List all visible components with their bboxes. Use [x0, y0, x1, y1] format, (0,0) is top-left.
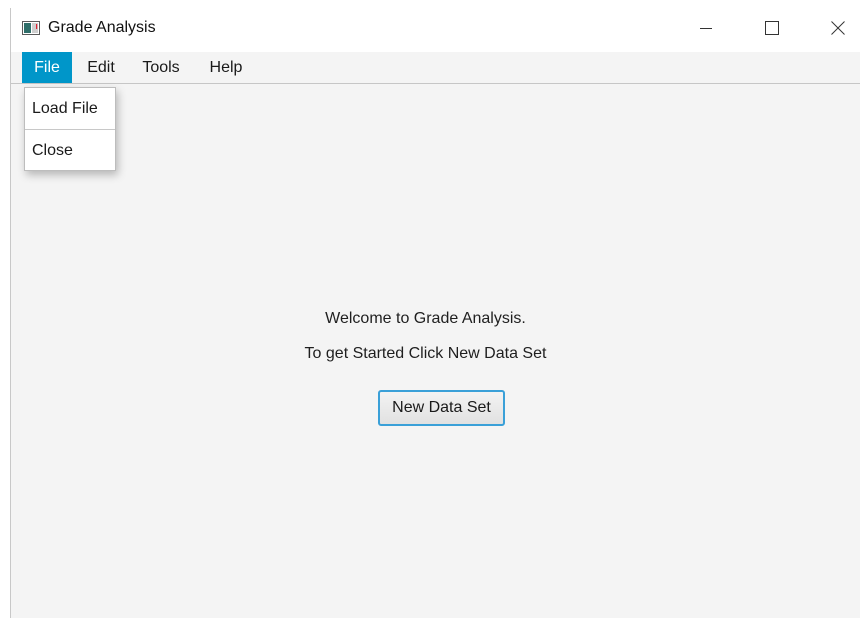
app-window-icon [22, 21, 40, 35]
window-title: Grade Analysis [48, 19, 156, 36]
minimize-icon [699, 21, 713, 40]
minimize-button[interactable] [683, 8, 729, 52]
menu-tools[interactable]: Tools [135, 52, 187, 83]
menu-item-close[interactable]: Close [25, 130, 115, 171]
menu-item-load-file[interactable]: Load File [25, 88, 115, 129]
title-bar[interactable]: Grade Analysis [11, 8, 860, 52]
maximize-icon [765, 20, 779, 40]
instruction-message: To get Started Click New Data Set [304, 345, 547, 362]
app-window: Grade Analysis File Edit Tools Help Welc… [10, 8, 860, 618]
maximize-button[interactable] [749, 8, 795, 52]
new-data-set-button[interactable]: New Data Set [378, 390, 505, 426]
close-icon [831, 20, 845, 40]
menu-bar: File Edit Tools Help [11, 52, 860, 84]
menu-help[interactable]: Help [203, 52, 249, 83]
welcome-message: Welcome to Grade Analysis. [325, 310, 526, 327]
menu-edit[interactable]: Edit [81, 52, 121, 83]
file-menu-dropdown: Load File Close [24, 87, 116, 171]
menu-file[interactable]: File [22, 52, 72, 83]
close-button[interactable] [815, 8, 860, 52]
